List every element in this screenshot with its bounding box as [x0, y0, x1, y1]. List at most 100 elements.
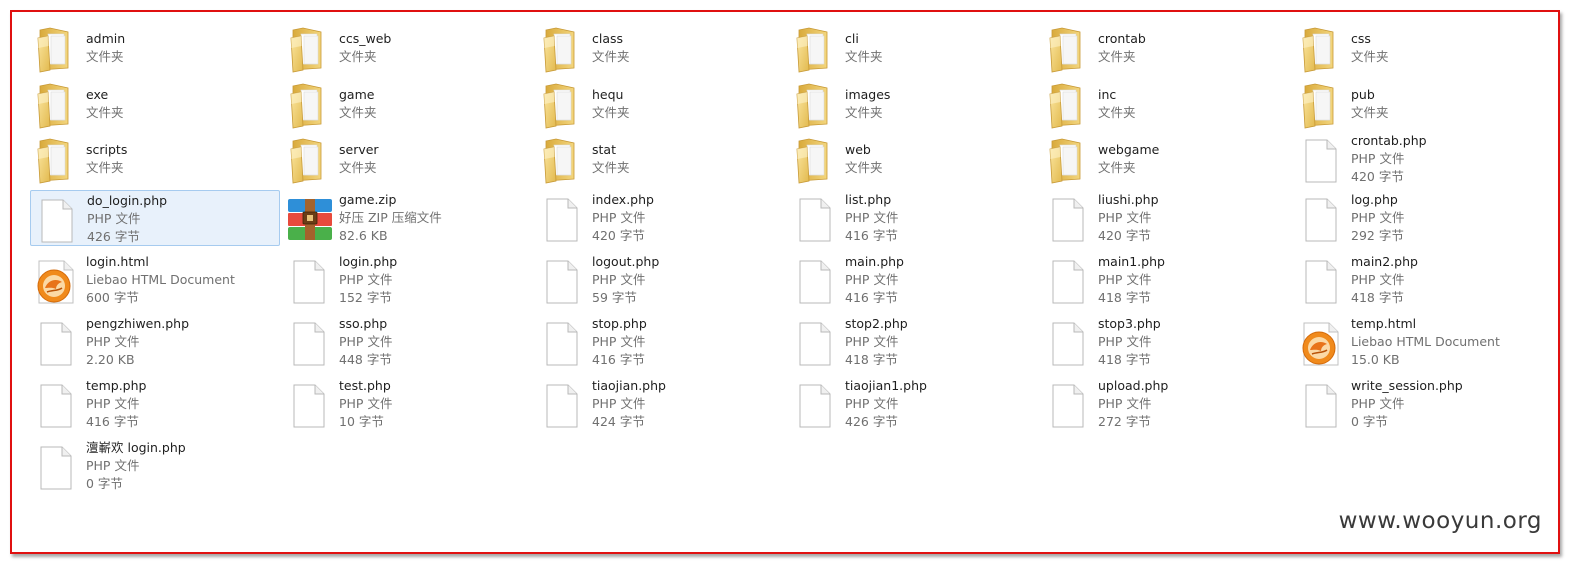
folder-icon: [34, 80, 74, 134]
file-type: PHP 文件: [339, 334, 393, 349]
file-item[interactable]: pub 文件夹: [1295, 76, 1545, 132]
file-size: 418 字节: [845, 352, 898, 367]
file-item[interactable]: stop3.php PHP 文件 418 字节: [1042, 314, 1292, 370]
file-name: admin: [86, 31, 126, 46]
php-file-icon: [291, 382, 327, 434]
file-name: game.zip: [339, 192, 397, 207]
php-file-icon: [39, 197, 75, 249]
file-name: test.php: [339, 378, 391, 393]
file-type: 文件夹: [1351, 49, 1389, 64]
file-item[interactable]: write_session.php PHP 文件 0 字节: [1295, 376, 1545, 432]
folder-icon: [1046, 24, 1086, 78]
file-type: 文件夹: [339, 49, 377, 64]
file-item[interactable]: ccs_web 文件夹: [283, 20, 533, 76]
file-name: main2.php: [1351, 254, 1418, 269]
file-item[interactable]: hequ 文件夹: [536, 76, 786, 132]
file-type: PHP 文件: [592, 272, 646, 287]
file-item[interactable]: main1.php PHP 文件 418 字节: [1042, 252, 1292, 308]
file-item[interactable]: web 文件夹: [789, 131, 1039, 187]
file-item[interactable]: temp.html Liebao HTML Document 15.0 KB: [1295, 314, 1545, 370]
file-item[interactable]: cli 文件夹: [789, 20, 1039, 76]
folder-icon: [34, 135, 74, 189]
file-type: 文件夹: [1098, 160, 1136, 175]
file-name: tiaojian.php: [592, 378, 666, 393]
php-file-icon: [544, 320, 580, 372]
file-item[interactable]: liushi.php PHP 文件 420 字节: [1042, 190, 1292, 246]
file-item[interactable]: server 文件夹: [283, 131, 533, 187]
php-file-icon: [544, 196, 580, 248]
file-item[interactable]: tiaojian.php PHP 文件 424 字节: [536, 376, 786, 432]
file-type: 文件夹: [1098, 49, 1136, 64]
php-file-icon: [38, 320, 74, 372]
file-type: PHP 文件: [845, 210, 899, 225]
file-item[interactable]: stop2.php PHP 文件 418 字节: [789, 314, 1039, 370]
file-item[interactable]: 澶嶄欢 login.php PHP 文件 0 字节: [30, 438, 280, 494]
file-item[interactable]: inc 文件夹: [1042, 76, 1292, 132]
file-item[interactable]: temp.php PHP 文件 416 字节: [30, 376, 280, 432]
file-item[interactable]: login.php PHP 文件 152 字节: [283, 252, 533, 308]
file-type: 文件夹: [592, 49, 630, 64]
file-item[interactable]: crontab 文件夹: [1042, 20, 1292, 76]
file-item[interactable]: index.php PHP 文件 420 字节: [536, 190, 786, 246]
php-file-icon: [1303, 137, 1339, 189]
file-size: 420 字节: [1098, 228, 1151, 243]
file-name: tiaojian1.php: [845, 378, 927, 393]
file-type: 文件夹: [86, 160, 124, 175]
file-item[interactable]: log.php PHP 文件 292 字节: [1295, 190, 1545, 246]
file-item[interactable]: list.php PHP 文件 416 字节: [789, 190, 1039, 246]
file-item[interactable]: test.php PHP 文件 10 字节: [283, 376, 533, 432]
folder-icon: [540, 80, 580, 134]
file-name: hequ: [592, 87, 624, 102]
file-item[interactable]: sso.php PHP 文件 448 字节: [283, 314, 533, 370]
file-item[interactable]: login.html Liebao HTML Document 600 字节: [30, 252, 280, 308]
file-size: 600 字节: [86, 290, 139, 305]
file-type: 文件夹: [592, 160, 630, 175]
folder-icon: [287, 135, 327, 189]
file-item[interactable]: game.zip 好压 ZIP 压缩文件 82.6 KB: [283, 190, 533, 246]
file-name: stat: [592, 142, 616, 157]
file-item[interactable]: images 文件夹: [789, 76, 1039, 132]
file-type: 好压 ZIP 压缩文件: [339, 210, 442, 225]
file-type: 文件夹: [1098, 105, 1136, 120]
file-name: inc: [1098, 87, 1117, 102]
file-item[interactable]: css 文件夹: [1295, 20, 1545, 76]
file-size: 424 字节: [592, 414, 645, 429]
file-item[interactable]: game 文件夹: [283, 76, 533, 132]
folder-icon: [540, 135, 580, 189]
file-name: crontab.php: [1351, 133, 1427, 148]
file-size: 416 字节: [592, 352, 645, 367]
file-size: 0 字节: [86, 476, 123, 491]
file-name: login.html: [86, 254, 149, 269]
file-name: stop3.php: [1098, 316, 1161, 331]
file-size: 426 字节: [87, 229, 140, 244]
file-item[interactable]: exe 文件夹: [30, 76, 280, 132]
file-item[interactable]: webgame 文件夹: [1042, 131, 1292, 187]
file-item[interactable]: crontab.php PHP 文件 420 字节: [1295, 131, 1545, 187]
file-item[interactable]: main.php PHP 文件 416 字节: [789, 252, 1039, 308]
file-item[interactable]: do_login.php PHP 文件 426 字节: [30, 190, 280, 246]
file-type: 文件夹: [339, 160, 377, 175]
file-type: 文件夹: [845, 160, 883, 175]
file-size: 420 字节: [592, 228, 645, 243]
file-size: 418 字节: [1351, 290, 1404, 305]
file-item[interactable]: main2.php PHP 文件 418 字节: [1295, 252, 1545, 308]
file-item[interactable]: logout.php PHP 文件 59 字节: [536, 252, 786, 308]
file-type: PHP 文件: [339, 396, 393, 411]
file-item[interactable]: admin 文件夹: [30, 20, 280, 76]
file-name: css: [1351, 31, 1371, 46]
file-item[interactable]: stat 文件夹: [536, 131, 786, 187]
file-item[interactable]: pengzhiwen.php PHP 文件 2.20 KB: [30, 314, 280, 370]
file-item[interactable]: tiaojian1.php PHP 文件 426 字节: [789, 376, 1039, 432]
file-size: 15.0 KB: [1351, 352, 1400, 367]
file-item[interactable]: class 文件夹: [536, 20, 786, 76]
file-name: liushi.php: [1098, 192, 1159, 207]
file-item[interactable]: scripts 文件夹: [30, 131, 280, 187]
php-file-icon: [1050, 320, 1086, 372]
file-item[interactable]: upload.php PHP 文件 272 字节: [1042, 376, 1292, 432]
file-name: scripts: [86, 142, 128, 157]
php-file-icon: [38, 382, 74, 434]
file-size: 10 字节: [339, 414, 384, 429]
file-item[interactable]: stop.php PHP 文件 416 字节: [536, 314, 786, 370]
php-file-icon: [1303, 258, 1339, 310]
file-name: index.php: [592, 192, 654, 207]
